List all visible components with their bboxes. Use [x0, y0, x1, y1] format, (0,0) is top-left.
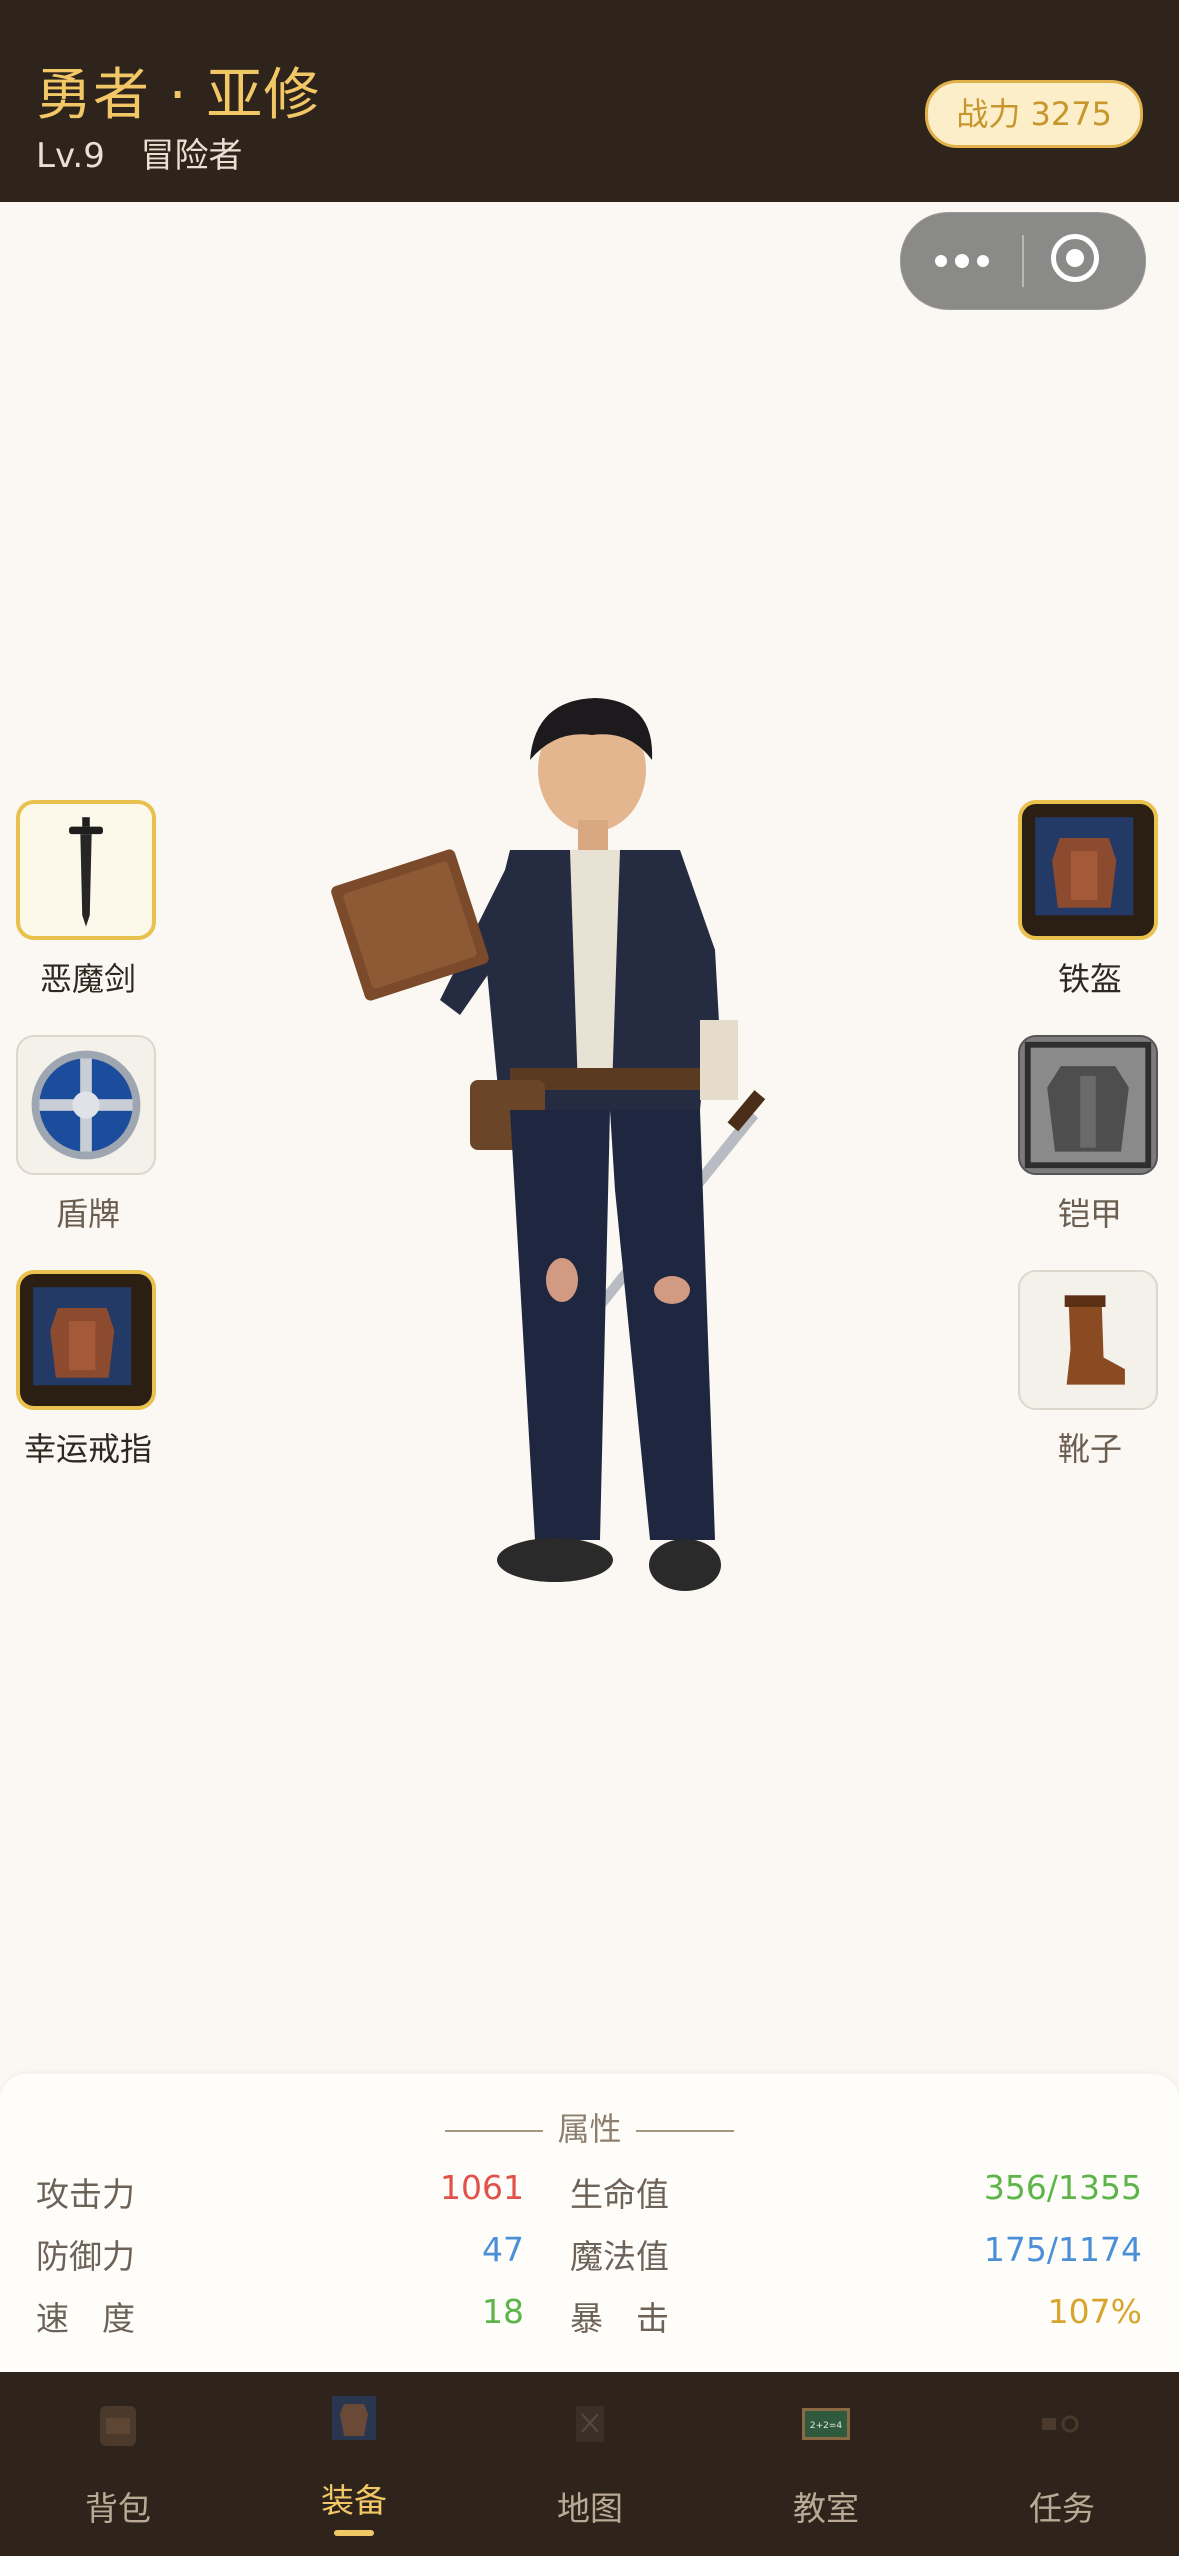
equip-slot-label: 铁盔	[1057, 960, 1122, 998]
defense-label: 防御力	[36, 2237, 135, 2276]
speed-value: 18	[482, 2292, 524, 2331]
nav-label: 地图	[557, 2489, 623, 2528]
nav-tab-quests[interactable]: 任务	[962, 2372, 1162, 2556]
top-bar: 勇者 · 亚修 Lv.9 冒险者 战力 3275	[0, 0, 1179, 202]
equip-slot-label: 靴子	[1057, 1430, 1122, 1468]
sword-icon	[16, 800, 156, 940]
equip-slot-ring[interactable]: 幸运戒指	[16, 1270, 160, 1470]
plate-armor-icon	[1018, 1035, 1158, 1175]
crit-value: 107%	[1047, 2292, 1142, 2331]
active-tab-indicator	[334, 2530, 374, 2536]
hp-label: 生命值	[570, 2175, 669, 2214]
shield-icon	[16, 1035, 156, 1175]
boot-icon	[1018, 1270, 1158, 1410]
svg-text:2+2=4: 2+2=4	[810, 2421, 843, 2431]
capsule-divider	[1022, 235, 1024, 287]
nav-label: 装备	[321, 2481, 387, 2520]
equip-slot-label: 幸运戒指	[23, 1430, 152, 1468]
mp-value: 175/1174	[983, 2230, 1142, 2269]
hero-level: Lv.9	[36, 136, 105, 176]
attributes-panel: 属性 攻击力 1061 生命值 356/1355 防御力 47 魔法值 175/…	[0, 2074, 1179, 2372]
mini-program-capsule	[900, 212, 1146, 310]
equip-slot-shield[interactable]: 盾牌	[16, 1035, 160, 1235]
mp-label: 魔法值	[570, 2237, 669, 2276]
equipment-icon	[332, 2396, 376, 2440]
hp-value: 356/1355	[983, 2168, 1142, 2207]
map-icon	[576, 2406, 604, 2442]
nav-label: 背包	[85, 2489, 151, 2528]
equip-slot-label: 恶魔剑	[39, 960, 136, 998]
combat-power-badge: 战力 3275	[925, 80, 1143, 148]
equip-slot-helmet[interactable]: 铁盔	[1018, 800, 1162, 1000]
equip-slot-armor[interactable]: 铠甲	[1018, 1035, 1162, 1235]
nav-label: 教室	[793, 2489, 859, 2528]
close-miniprogram-icon[interactable]	[1051, 234, 1099, 282]
nav-tab-classroom[interactable]: 2+2=4 教室	[726, 2372, 926, 2556]
hero-character-illustration	[331, 698, 766, 1591]
equip-slot-boots[interactable]: 靴子	[1018, 1270, 1162, 1470]
hero-level-class: Lv.9 冒险者	[36, 128, 243, 177]
nav-label: 任务	[1029, 2489, 1095, 2528]
more-icon[interactable]	[935, 213, 995, 309]
leather-armor-icon	[1018, 800, 1158, 940]
backpack-icon	[100, 2406, 136, 2446]
hero-name: 勇者 · 亚修	[36, 63, 321, 128]
hero-class: 冒险者	[140, 136, 243, 176]
leather-armor-icon	[16, 1270, 156, 1410]
equip-slot-label: 铠甲	[1057, 1195, 1122, 1233]
defense-value: 47	[482, 2230, 524, 2269]
quest-icon	[1042, 2415, 1079, 2433]
blackboard-icon: 2+2=4	[802, 2408, 850, 2440]
equip-slot-label: 盾牌	[55, 1195, 120, 1233]
nav-tab-equipment[interactable]: 装备	[254, 2372, 454, 2556]
equip-slot-weapon[interactable]: 恶魔剑	[16, 800, 160, 1000]
attack-value: 1061	[440, 2168, 524, 2207]
attributes-title: 属性	[0, 2104, 1179, 2150]
speed-label: 速 度	[36, 2299, 135, 2338]
nav-tab-backpack[interactable]: 背包	[18, 2372, 218, 2556]
nav-tab-map[interactable]: 地图	[490, 2372, 690, 2556]
attack-label: 攻击力	[36, 2175, 135, 2214]
crit-label: 暴 击	[570, 2299, 669, 2338]
bottom-nav: 背包 装备 地图 2+2=4 教室 任务	[0, 2372, 1179, 2556]
